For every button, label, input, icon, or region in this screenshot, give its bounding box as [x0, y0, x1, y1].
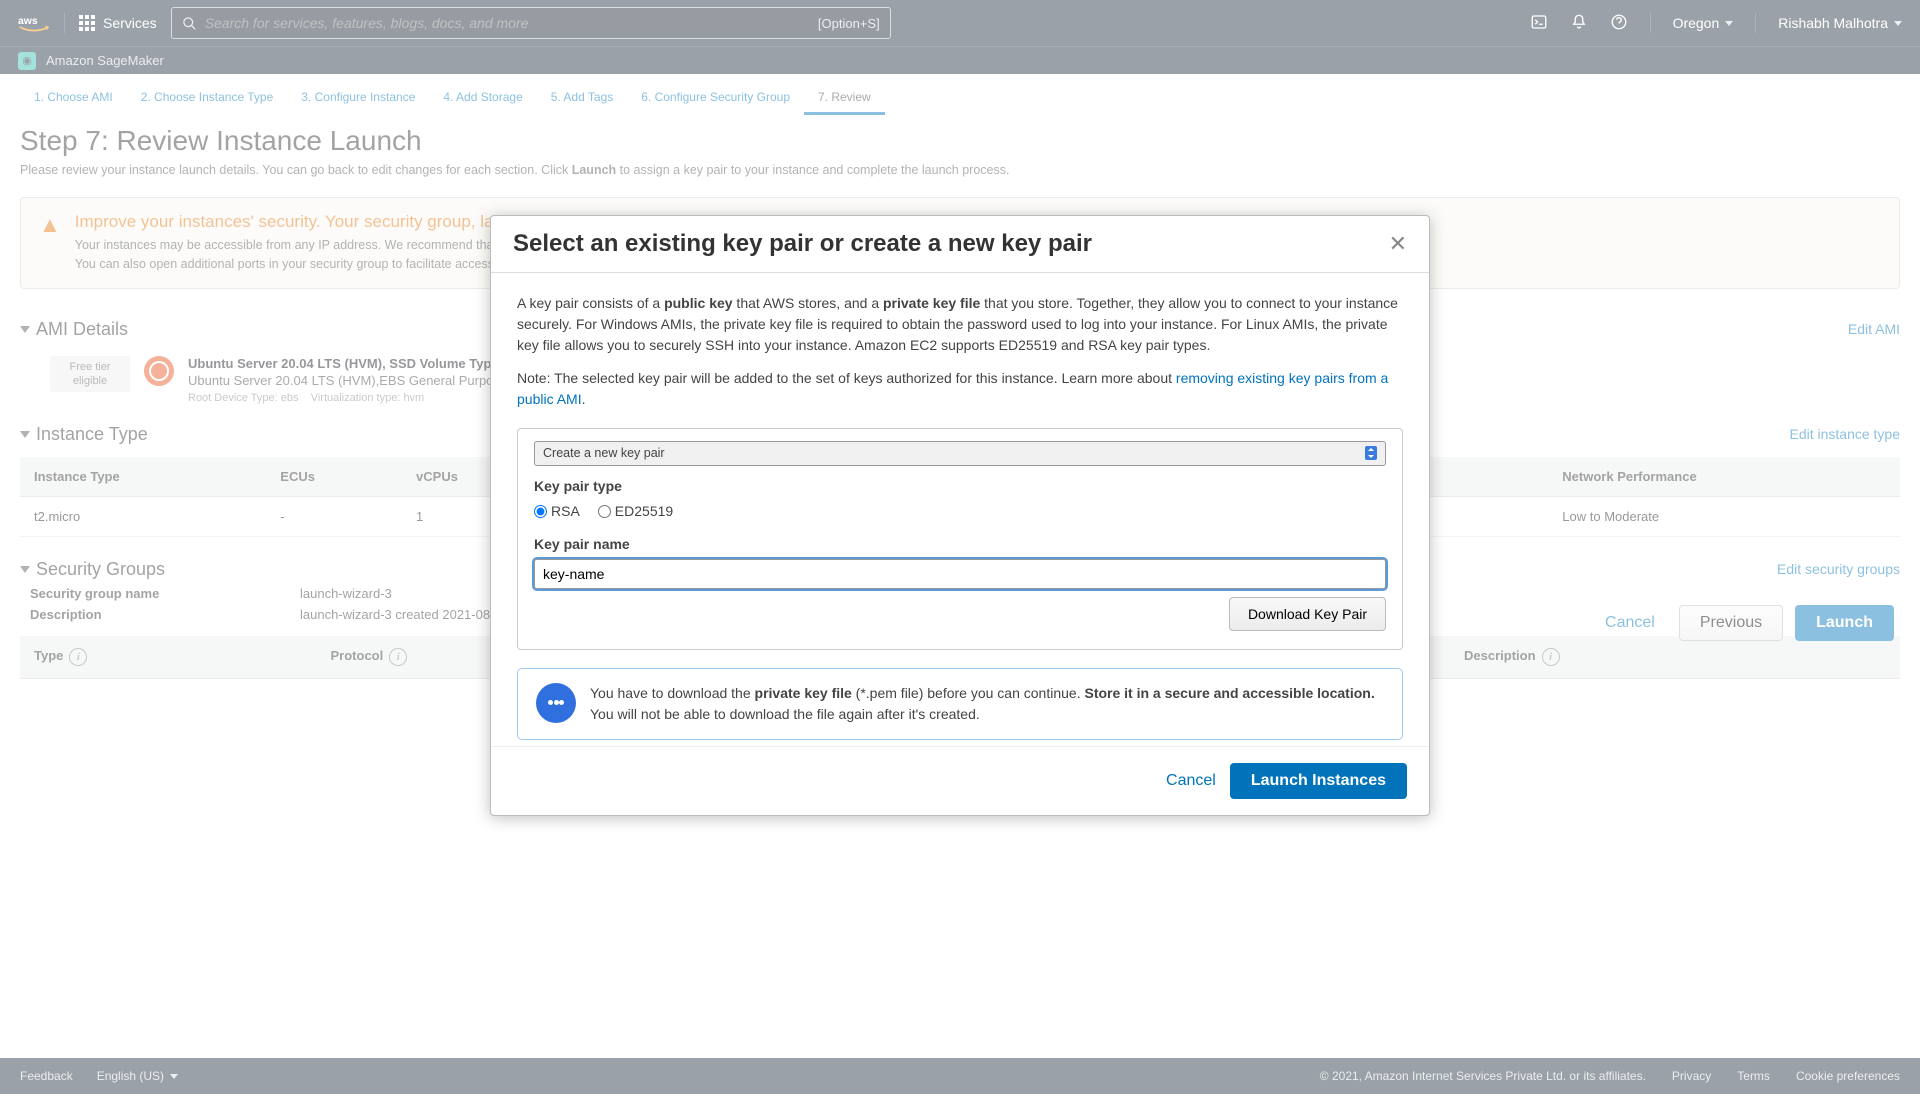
- ed25519-radio[interactable]: [598, 505, 611, 518]
- select-arrows-icon: [1365, 446, 1377, 460]
- modal-title: Select an existing key pair or create a …: [513, 230, 1092, 258]
- keypair-type-label: Key pair type: [534, 476, 1386, 497]
- launch-instances-button[interactable]: Launch Instances: [1230, 763, 1407, 799]
- keypair-name-input[interactable]: [534, 559, 1386, 589]
- modal-footer: Cancel Launch Instances: [491, 746, 1429, 815]
- keypair-info-text: You have to download the private key fil…: [590, 683, 1384, 725]
- keypair-type-ed25519[interactable]: ED25519: [598, 501, 673, 522]
- rsa-radio[interactable]: [534, 505, 547, 518]
- close-icon[interactable]: ✕: [1389, 231, 1407, 257]
- modal-header: Select an existing key pair or create a …: [491, 216, 1429, 273]
- keypair-type-radios: RSA ED25519: [534, 501, 1386, 522]
- keypair-info-box: You have to download the private key fil…: [517, 668, 1403, 740]
- modal-backdrop: Select an existing key pair or create a …: [0, 0, 1920, 1094]
- modal-p2: Note: The selected key pair will be adde…: [517, 368, 1403, 410]
- speech-bubble-icon: [536, 683, 576, 723]
- modal-cancel-button[interactable]: Cancel: [1166, 763, 1216, 799]
- key-pair-modal: Select an existing key pair or create a …: [490, 215, 1430, 816]
- modal-body: A key pair consists of a public key that…: [491, 273, 1429, 746]
- keypair-name-label: Key pair name: [534, 534, 1386, 555]
- keypair-mode-select[interactable]: Create a new key pair: [534, 441, 1386, 466]
- keypair-type-rsa[interactable]: RSA: [534, 501, 580, 522]
- keypair-form: Create a new key pair Key pair type RSA …: [517, 428, 1403, 650]
- modal-p1: A key pair consists of a public key that…: [517, 293, 1403, 356]
- download-keypair-button[interactable]: Download Key Pair: [1229, 597, 1386, 631]
